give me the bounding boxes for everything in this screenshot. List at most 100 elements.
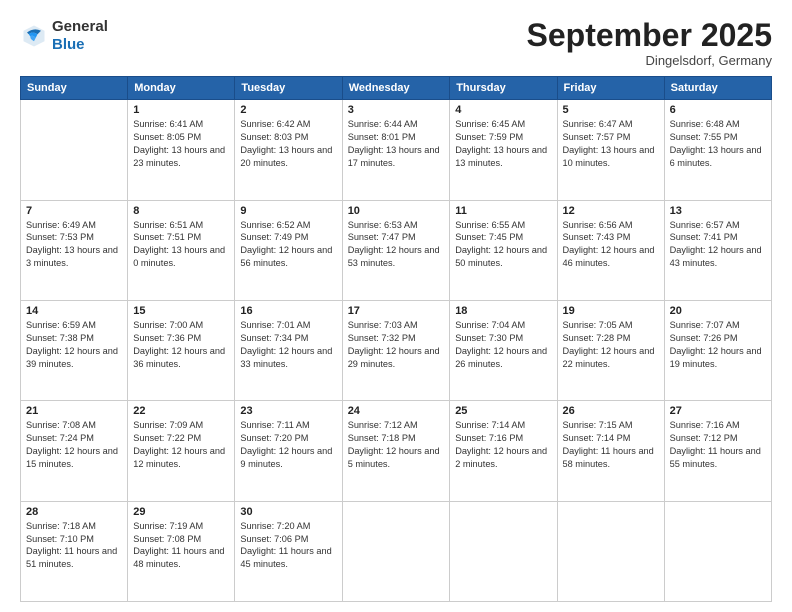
page: General Blue September 2025 Dingelsdorf,… [0,0,792,612]
title-block: September 2025 Dingelsdorf, Germany [527,18,772,68]
day-number: 16 [240,305,336,317]
day-detail: Sunrise: 6:55 AM Sunset: 7:45 PM Dayligh… [455,219,551,271]
day-number: 13 [670,205,766,217]
day-number: 14 [26,305,122,317]
day-number: 4 [455,104,551,116]
cell-w2-d1: 15 Sunrise: 7:00 AM Sunset: 7:36 PM Dayli… [128,300,235,400]
cell-w0-d6: 6 Sunrise: 6:48 AM Sunset: 7:55 PM Daylig… [664,100,771,200]
cell-w4-d0: 28 Sunrise: 7:18 AM Sunset: 7:10 PM Dayli… [21,501,128,601]
cell-w2-d6: 20 Sunrise: 7:07 AM Sunset: 7:26 PM Dayli… [664,300,771,400]
day-number: 30 [240,506,336,518]
day-number: 7 [26,205,122,217]
day-detail: Sunrise: 6:41 AM Sunset: 8:05 PM Dayligh… [133,118,229,170]
week-row-0: 1 Sunrise: 6:41 AM Sunset: 8:05 PM Daylig… [21,100,772,200]
logo: General Blue [20,18,108,54]
location: Dingelsdorf, Germany [527,53,772,68]
logo-icon [20,22,48,50]
day-detail: Sunrise: 6:51 AM Sunset: 7:51 PM Dayligh… [133,219,229,271]
cell-w4-d1: 29 Sunrise: 7:19 AM Sunset: 7:08 PM Dayli… [128,501,235,601]
cell-w2-d0: 14 Sunrise: 6:59 AM Sunset: 7:38 PM Dayli… [21,300,128,400]
day-detail: Sunrise: 6:42 AM Sunset: 8:03 PM Dayligh… [240,118,336,170]
col-tuesday: Tuesday [235,77,342,100]
day-detail: Sunrise: 7:12 AM Sunset: 7:18 PM Dayligh… [348,419,445,471]
col-friday: Friday [557,77,664,100]
cell-w2-d3: 17 Sunrise: 7:03 AM Sunset: 7:32 PM Dayli… [342,300,450,400]
header: General Blue September 2025 Dingelsdorf,… [20,18,772,68]
day-detail: Sunrise: 7:07 AM Sunset: 7:26 PM Dayligh… [670,319,766,371]
day-detail: Sunrise: 7:20 AM Sunset: 7:06 PM Dayligh… [240,520,336,572]
day-number: 29 [133,506,229,518]
cell-w1-d0: 7 Sunrise: 6:49 AM Sunset: 7:53 PM Daylig… [21,200,128,300]
cell-w4-d6 [664,501,771,601]
day-number: 6 [670,104,766,116]
col-thursday: Thursday [450,77,557,100]
week-row-4: 28 Sunrise: 7:18 AM Sunset: 7:10 PM Dayli… [21,501,772,601]
day-number: 8 [133,205,229,217]
day-number: 5 [563,104,659,116]
cell-w3-d6: 27Sunrise: 7:16 AM Sunset: 7:12 PM Dayli… [664,401,771,501]
col-monday: Monday [128,77,235,100]
day-detail: Sunrise: 7:14 AM Sunset: 7:16 PM Dayligh… [455,419,551,471]
cell-w1-d4: 11 Sunrise: 6:55 AM Sunset: 7:45 PM Dayli… [450,200,557,300]
day-detail: Sunrise: 6:48 AM Sunset: 7:55 PM Dayligh… [670,118,766,170]
calendar-header-row: Sunday Monday Tuesday Wednesday Thursday… [21,77,772,100]
cell-w3-d5: 26 Sunrise: 7:15 AM Sunset: 7:14 PM Dayli… [557,401,664,501]
day-number: 18 [455,305,551,317]
day-detail: Sunrise: 6:56 AM Sunset: 7:43 PM Dayligh… [563,219,659,271]
cell-w4-d5 [557,501,664,601]
day-number: 1 [133,104,229,116]
day-number: 15 [133,305,229,317]
cell-w0-d5: 5 Sunrise: 6:47 AM Sunset: 7:57 PM Daylig… [557,100,664,200]
cell-w0-d3: 3 Sunrise: 6:44 AM Sunset: 8:01 PM Daylig… [342,100,450,200]
cell-w0-d4: 4Sunrise: 6:45 AM Sunset: 7:59 PM Daylig… [450,100,557,200]
col-sunday: Sunday [21,77,128,100]
cell-w3-d3: 24Sunrise: 7:12 AM Sunset: 7:18 PM Dayli… [342,401,450,501]
day-number: 12 [563,205,659,217]
day-number: 22 [133,405,229,417]
day-detail: Sunrise: 7:05 AM Sunset: 7:28 PM Dayligh… [563,319,659,371]
day-number: 9 [240,205,336,217]
day-detail: Sunrise: 7:03 AM Sunset: 7:32 PM Dayligh… [348,319,445,371]
logo-blue: Blue [52,36,85,53]
cell-w4-d2: 30 Sunrise: 7:20 AM Sunset: 7:06 PM Dayli… [235,501,342,601]
logo-text: General Blue [52,18,108,54]
day-detail: Sunrise: 6:59 AM Sunset: 7:38 PM Dayligh… [26,319,122,371]
cell-w1-d5: 12 Sunrise: 6:56 AM Sunset: 7:43 PM Dayli… [557,200,664,300]
day-number: 17 [348,305,445,317]
day-detail: Sunrise: 7:04 AM Sunset: 7:30 PM Dayligh… [455,319,551,371]
cell-w2-d2: 16 Sunrise: 7:01 AM Sunset: 7:34 PM Dayli… [235,300,342,400]
cell-w2-d4: 18 Sunrise: 7:04 AM Sunset: 7:30 PM Dayli… [450,300,557,400]
cell-w1-d2: 9Sunrise: 6:52 AM Sunset: 7:49 PM Daylig… [235,200,342,300]
day-detail: Sunrise: 6:49 AM Sunset: 7:53 PM Dayligh… [26,219,122,271]
calendar-body: 1 Sunrise: 6:41 AM Sunset: 8:05 PM Daylig… [21,100,772,602]
day-number: 11 [455,205,551,217]
day-number: 2 [240,104,336,116]
day-detail: Sunrise: 7:01 AM Sunset: 7:34 PM Dayligh… [240,319,336,371]
day-number: 20 [670,305,766,317]
day-number: 27 [670,405,766,417]
day-number: 26 [563,405,659,417]
cell-w3-d2: 23Sunrise: 7:11 AM Sunset: 7:20 PM Dayli… [235,401,342,501]
cell-w0-d0 [21,100,128,200]
month-title: September 2025 [527,18,772,53]
day-number: 21 [26,405,122,417]
day-detail: Sunrise: 7:00 AM Sunset: 7:36 PM Dayligh… [133,319,229,371]
day-detail: Sunrise: 6:47 AM Sunset: 7:57 PM Dayligh… [563,118,659,170]
cell-w3-d1: 22 Sunrise: 7:09 AM Sunset: 7:22 PM Dayli… [128,401,235,501]
day-detail: Sunrise: 7:18 AM Sunset: 7:10 PM Dayligh… [26,520,122,572]
week-row-3: 21 Sunrise: 7:08 AM Sunset: 7:24 PM Dayli… [21,401,772,501]
cell-w0-d1: 1 Sunrise: 6:41 AM Sunset: 8:05 PM Daylig… [128,100,235,200]
day-number: 28 [26,506,122,518]
day-detail: Sunrise: 7:15 AM Sunset: 7:14 PM Dayligh… [563,419,659,471]
cell-w1-d6: 13 Sunrise: 6:57 AM Sunset: 7:41 PM Dayli… [664,200,771,300]
cell-w1-d1: 8 Sunrise: 6:51 AM Sunset: 7:51 PM Daylig… [128,200,235,300]
day-detail: Sunrise: 7:19 AM Sunset: 7:08 PM Dayligh… [133,520,229,572]
day-detail: Sunrise: 7:08 AM Sunset: 7:24 PM Dayligh… [26,419,122,471]
day-detail: Sunrise: 6:44 AM Sunset: 8:01 PM Dayligh… [348,118,445,170]
week-row-1: 7 Sunrise: 6:49 AM Sunset: 7:53 PM Daylig… [21,200,772,300]
cell-w0-d2: 2 Sunrise: 6:42 AM Sunset: 8:03 PM Daylig… [235,100,342,200]
day-number: 3 [348,104,445,116]
col-saturday: Saturday [664,77,771,100]
day-detail: Sunrise: 7:09 AM Sunset: 7:22 PM Dayligh… [133,419,229,471]
day-detail: Sunrise: 6:57 AM Sunset: 7:41 PM Dayligh… [670,219,766,271]
